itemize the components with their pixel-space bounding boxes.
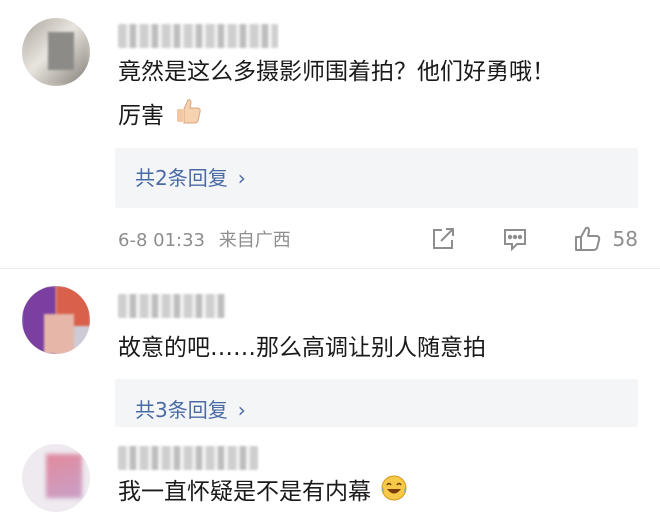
username-blurred[interactable]	[118, 24, 278, 48]
share-icon	[432, 228, 454, 249]
thumbs-up-emoji-icon	[173, 96, 203, 139]
comment-text-line2: 厉害	[118, 96, 203, 139]
comment-text: 我一直怀疑是不是有内幕	[118, 472, 408, 515]
comment-text: 竟然是这么多摄影师围着拍？他们好勇哦！	[118, 59, 555, 85]
comment-icon	[503, 229, 526, 252]
username-blurred[interactable]	[118, 294, 226, 318]
avatar[interactable]	[22, 18, 90, 86]
comment-meta: 6-8 01:33 来自广西	[118, 228, 291, 254]
view-replies-link[interactable]: 共2条回复 ›	[135, 148, 246, 208]
laughing-tears-emoji-icon	[380, 474, 408, 515]
like-button[interactable]: 58	[573, 224, 638, 254]
avatar[interactable]	[22, 444, 90, 512]
avatar-block	[46, 454, 82, 498]
thumbs-up-icon	[574, 226, 600, 251]
replies-box[interactable]: 共3条回复 ›	[115, 379, 638, 427]
replies-label: 共2条回复	[135, 166, 228, 190]
like-count: 58	[612, 227, 638, 251]
comment-text-part: 厉害	[118, 103, 164, 129]
comment-text-part: 我一直怀疑是不是有内幕	[118, 479, 371, 505]
divider	[0, 268, 660, 269]
username-blurred[interactable]	[118, 446, 258, 470]
view-replies-link[interactable]: 共3条回复 ›	[135, 379, 246, 441]
share-button[interactable]	[429, 225, 457, 253]
location: 来自广西	[218, 230, 291, 251]
comment-text: 故意的吧……那么高调让别人随意拍	[118, 335, 486, 361]
replies-box[interactable]: 共2条回复 ›	[115, 148, 638, 208]
avatar-block	[48, 32, 74, 70]
chevron-right-icon: ›	[237, 398, 246, 422]
avatar[interactable]	[22, 286, 90, 354]
comment-button[interactable]	[501, 225, 529, 253]
timestamp: 6-8 01:33	[118, 230, 205, 251]
replies-label: 共3条回复	[135, 398, 228, 422]
avatar-block	[44, 314, 74, 354]
chevron-right-icon: ›	[237, 166, 246, 190]
comment-actions: 58	[385, 224, 638, 254]
